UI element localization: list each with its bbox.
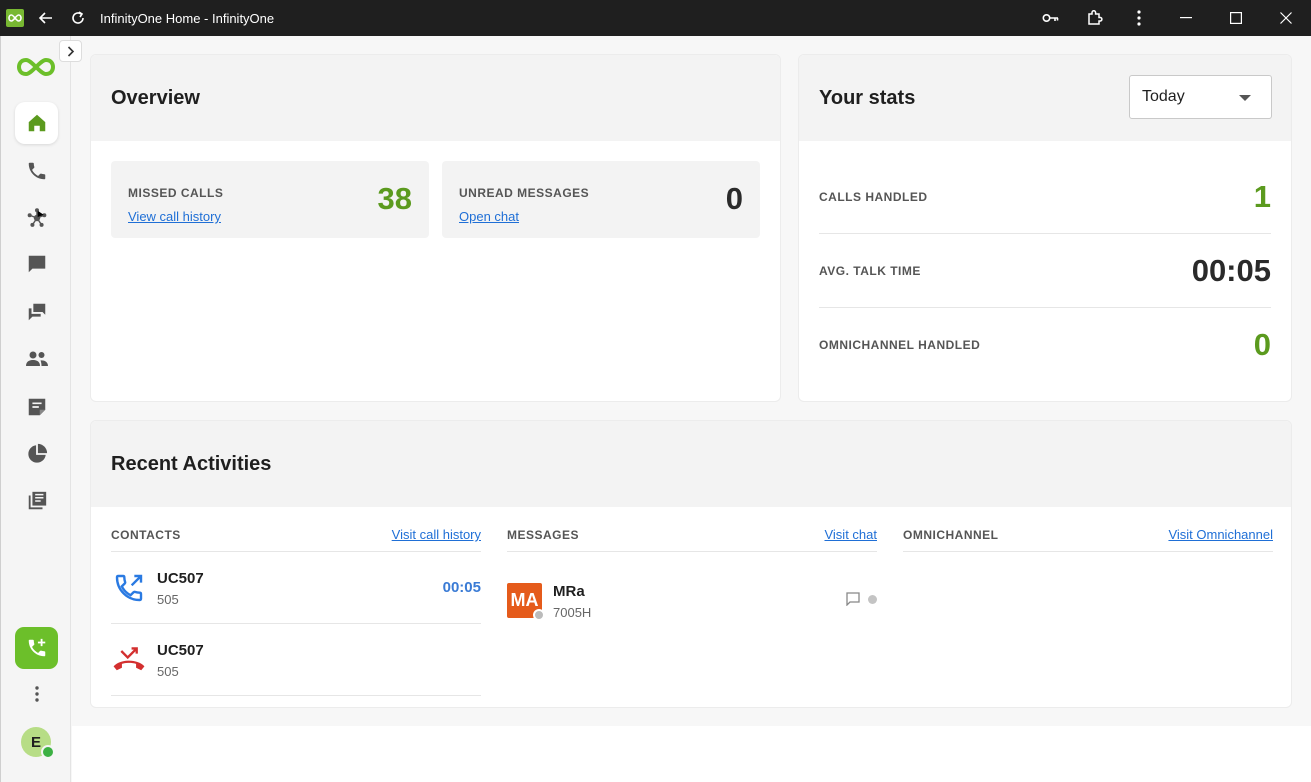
unread-messages-label: UNREAD MESSAGES [459, 186, 590, 200]
home-icon [28, 114, 45, 132]
nav-reports[interactable] [15, 433, 58, 475]
stat-value: 1 [1253, 179, 1271, 214]
missed-calls-label: MISSED CALLS [128, 186, 224, 200]
nav-library[interactable] [15, 480, 58, 522]
visit-omnichannel-link[interactable]: Visit Omnichannel [1168, 527, 1273, 542]
visit-call-history-link[interactable]: Visit call history [392, 527, 481, 542]
contacts-title: CONTACTS [111, 527, 181, 542]
stat-label: AVG. TALK TIME [819, 264, 921, 278]
view-call-history-link[interactable]: View call history [128, 209, 221, 224]
more-options-icon[interactable] [27, 683, 47, 705]
missed-call-icon [111, 642, 147, 678]
library-icon [28, 491, 46, 510]
stat-avg-talk-time: AVG. TALK TIME 00:05 [819, 235, 1271, 308]
main-content: Overview MISSED CALLS View call history … [72, 36, 1311, 782]
presence-status-icon [533, 609, 545, 621]
stats-title: Your stats [819, 86, 916, 109]
stats-card: Your stats Today CALLS HANDLED 1 AVG. TA… [798, 54, 1292, 402]
pie-chart-icon [27, 443, 47, 463]
recent-activities-card: Recent Activities CONTACTS Visit call hi… [90, 420, 1292, 708]
new-call-button[interactable] [15, 627, 58, 669]
contact-row[interactable]: UC507 505 00:05 [111, 552, 481, 624]
stat-omnichannel-handled: OMNICHANNEL HANDLED 0 [819, 308, 1271, 381]
hub-icon [27, 208, 46, 227]
visit-chat-link[interactable]: Visit chat [824, 527, 877, 542]
message-sender: MRa [553, 583, 585, 600]
nav-hub[interactable] [15, 197, 58, 239]
message-avatar: MA [507, 583, 545, 621]
nav-calls[interactable] [15, 150, 58, 192]
add-call-icon [28, 638, 45, 657]
bottom-area [72, 726, 1311, 782]
maximize-button[interactable] [1211, 0, 1261, 36]
nav-forum[interactable] [15, 291, 58, 333]
infinity-logo-icon [16, 54, 56, 80]
contact-name: UC507 [157, 642, 204, 659]
omnichannel-title: OMNICHANNEL [903, 527, 999, 542]
nav-home[interactable] [15, 102, 58, 144]
close-button[interactable] [1261, 0, 1311, 36]
stats-period-value: Today [1142, 88, 1185, 105]
stats-period-select[interactable]: Today [1129, 75, 1272, 119]
key-icon[interactable] [1029, 0, 1073, 36]
app-logo-icon [6, 9, 24, 27]
chat-icon [28, 255, 45, 273]
sidebar: E [0, 36, 71, 782]
messages-title: MESSAGES [507, 527, 580, 542]
back-button[interactable] [30, 0, 62, 36]
message-row[interactable]: MA MRa 7005H [507, 577, 877, 627]
people-icon [25, 351, 48, 366]
missed-calls-value: 38 [377, 181, 412, 216]
user-avatar[interactable]: E [21, 727, 55, 759]
contact-name: UC507 [157, 570, 204, 587]
omnichannel-column: OMNICHANNEL Visit Omnichannel [903, 527, 1273, 561]
stat-value: 00:05 [1191, 253, 1271, 288]
stat-calls-handled: CALLS HANDLED 1 [819, 161, 1271, 234]
menu-dots-icon[interactable] [1117, 0, 1161, 36]
contact-number: 505 [157, 664, 179, 679]
expand-sidebar-button[interactable] [59, 40, 82, 62]
stat-label: CALLS HANDLED [819, 190, 928, 204]
message-avatar-initials: MA [510, 590, 539, 610]
contact-row[interactable]: UC507 505 [111, 624, 481, 696]
notes-icon [28, 398, 45, 416]
overview-title: Overview [111, 86, 200, 109]
user-avatar-initial: E [30, 733, 41, 751]
chat-bubble-icon [846, 592, 860, 606]
unread-messages-value: 0 [725, 181, 743, 216]
nav-chat[interactable] [15, 243, 58, 285]
stat-value: 0 [1253, 326, 1271, 362]
window-title: InfinityOne Home - InfinityOne [100, 10, 275, 26]
unread-messages-tile: UNREAD MESSAGES Open chat 0 [442, 161, 760, 238]
recent-activities-title: Recent Activities [111, 452, 272, 475]
forum-icon [28, 303, 45, 321]
outgoing-call-icon [111, 570, 147, 606]
overview-card: Overview MISSED CALLS View call history … [90, 54, 781, 402]
missed-calls-tile: MISSED CALLS View call history 38 [111, 161, 429, 238]
minimize-button[interactable] [1161, 0, 1211, 36]
presence-status-icon [41, 745, 55, 759]
messages-column: MESSAGES Visit chat MA MRa 7005H [507, 527, 877, 621]
stat-label: OMNICHANNEL HANDLED [819, 337, 981, 352]
chevron-right-icon [67, 45, 74, 57]
phone-icon [28, 162, 45, 180]
nav-notes[interactable] [15, 386, 58, 428]
status-dot-icon [868, 594, 877, 604]
contact-number: 505 [157, 592, 179, 607]
caret-down-icon [1239, 95, 1251, 101]
extensions-icon[interactable] [1073, 0, 1117, 36]
contacts-column: CONTACTS Visit call history UC507 505 00… [111, 527, 481, 696]
message-sub: 7005H [553, 605, 592, 620]
nav-people[interactable] [15, 338, 58, 380]
reload-button[interactable] [62, 0, 94, 36]
title-bar: InfinityOne Home - InfinityOne [0, 0, 1311, 36]
open-chat-link[interactable]: Open chat [459, 209, 519, 224]
call-duration: 00:05 [442, 579, 481, 596]
